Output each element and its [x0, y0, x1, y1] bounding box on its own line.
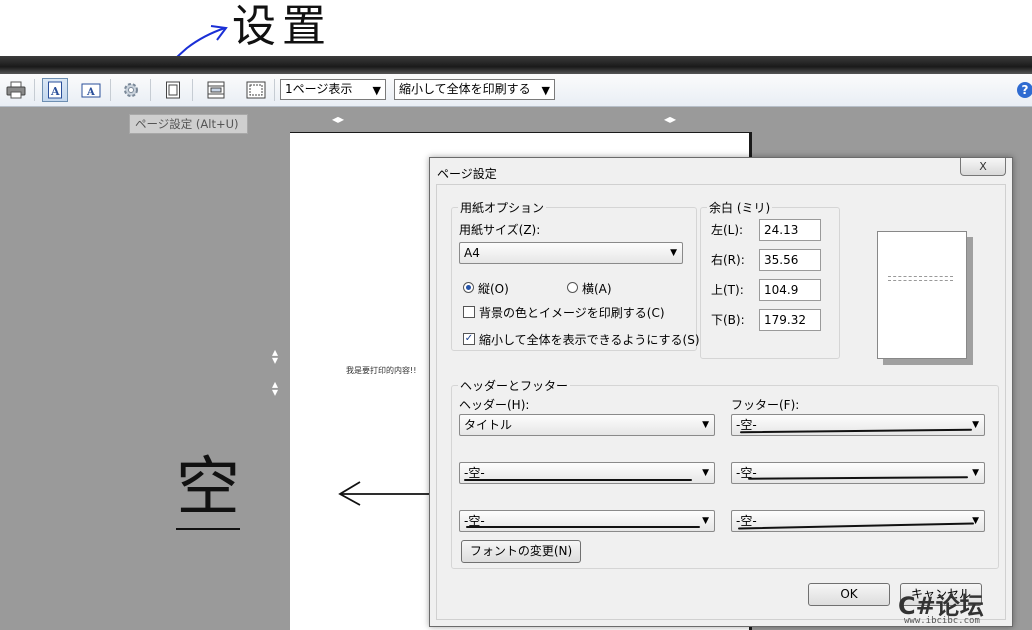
print-background-checkbox[interactable] [463, 306, 475, 318]
ok-button[interactable]: OK [808, 583, 890, 606]
landscape-page-icon: A [81, 83, 101, 98]
close-icon: X [979, 160, 987, 173]
svg-text:A: A [86, 87, 95, 98]
bottom-margin-handle[interactable]: ▴ ▾ [272, 378, 278, 398]
left-margin-input[interactable]: 24.13 [759, 219, 821, 241]
empty-annotation: 空 [176, 448, 240, 530]
bottom-margin-label: 下(B): [711, 313, 745, 327]
page-setup-tooltip: ページ設定 (Alt+U) [129, 114, 248, 134]
chevron-down-icon: ▼ [972, 420, 979, 430]
page-setup-dialog: ページ設定 X 用紙オプション 用紙サイズ(Z): A4 ▼ 縦(O) 横(A)… [429, 157, 1013, 627]
toolbar-separator [192, 79, 193, 101]
chevron-down-icon: ▼ [372, 84, 381, 97]
portrait-page-icon: A [48, 81, 62, 99]
page-width-icon [166, 81, 180, 99]
page-view-select-value: 1ページ表示 [285, 82, 353, 96]
change-font-button[interactable]: フォントの変更(N) [461, 540, 581, 563]
header-footer-legend: ヘッダーとフッター [460, 379, 569, 393]
annotation-underline [466, 526, 700, 528]
header-footer-icon [207, 81, 225, 99]
dialog-title: ページ設定 [437, 167, 497, 181]
chevron-down-icon: ▼ [670, 248, 677, 258]
page-view-select[interactable]: 1ページ表示 ▼ [280, 79, 386, 100]
watermark-url: www.ibcibc.com [904, 616, 980, 626]
paper-size-label: 用紙サイズ(Z): [459, 223, 541, 237]
close-button[interactable]: X [960, 158, 1006, 176]
full-width-button[interactable] [160, 78, 186, 102]
portrait-button[interactable]: A [42, 78, 68, 102]
print-background-label[interactable]: 背景の色とイメージを印刷する(C) [479, 304, 665, 321]
portrait-radio-label[interactable]: 縦(O) [478, 280, 509, 297]
full-page-icon [246, 81, 266, 99]
header-select-2-value: -空- [464, 466, 485, 480]
toolbar-separator [150, 79, 151, 101]
chevron-down-icon: ▼ [972, 516, 979, 526]
mini-page-preview [877, 231, 967, 359]
print-scale-select[interactable]: 縮小して全体を印刷する ▼ [394, 79, 555, 100]
settings-annotation: 设置 [232, 1, 332, 52]
chevron-down-icon: ▼ [702, 516, 709, 526]
header-select-2[interactable]: -空- ▼ [459, 462, 715, 484]
landscape-radio-label[interactable]: 横(A) [582, 280, 612, 297]
paper-size-select[interactable]: A4 ▼ [459, 242, 683, 264]
help-icon[interactable]: ? [1017, 82, 1032, 98]
dialog-content: 用紙オプション 用紙サイズ(Z): A4 ▼ 縦(O) 横(A) 背景の色とイメ… [436, 184, 1006, 620]
header-select-1[interactable]: タイトル ▼ [459, 414, 715, 436]
chevron-down-icon: ▼ [541, 84, 550, 97]
shrink-to-fit-checkbox[interactable]: ✓ [463, 333, 475, 345]
footer-select-2[interactable]: -空- ▼ [731, 462, 985, 484]
print-button[interactable] [3, 78, 29, 102]
chevron-down-icon: ▼ [702, 420, 709, 430]
footer-select-1-value: -空- [736, 418, 757, 432]
gear-icon [124, 83, 138, 97]
right-margin-handle[interactable]: ◂▸ [664, 112, 676, 126]
portrait-radio[interactable] [463, 282, 474, 293]
site-watermark: C#论坛 www.ibcibc.com [898, 586, 984, 626]
right-margin-input[interactable]: 35.56 [759, 249, 821, 271]
window-title-bar [0, 56, 1032, 74]
chevron-down-icon: ▼ [702, 468, 709, 478]
margins-legend: 余白 (ミリ) [709, 201, 771, 215]
annotation-underline [464, 479, 692, 481]
footer-select-1[interactable]: -空- ▼ [731, 414, 985, 436]
print-scale-select-value: 縮小して全体を印刷する [399, 82, 531, 96]
toolbar-separator [110, 79, 111, 101]
toolbar-separator [34, 79, 35, 101]
top-margin-input[interactable]: 104.9 [759, 279, 821, 301]
annotation-underline [747, 476, 969, 480]
header-footer-toggle-button[interactable] [203, 78, 229, 102]
page-content-text: 我是要打印的内容!! [346, 366, 417, 375]
zoom-page-button[interactable] [243, 78, 269, 102]
footer-label: フッター(F): [731, 398, 800, 412]
shrink-to-fit-label[interactable]: 縮小して全体を表示できるようにする(S) [479, 331, 700, 348]
landscape-radio[interactable] [567, 282, 578, 293]
header-label: ヘッダー(H): [459, 398, 530, 412]
chevron-down-icon: ▼ [972, 468, 979, 478]
header-select-1-value: タイトル [464, 418, 513, 432]
paper-options-legend: 用紙オプション [460, 201, 545, 215]
annotation-underline [738, 522, 974, 530]
mini-page-content-line [888, 276, 953, 281]
page-setup-button[interactable] [118, 78, 144, 102]
left-margin-label: 左(L): [711, 223, 744, 237]
printer-icon [6, 81, 26, 99]
footer-select-3[interactable]: -空- ▼ [731, 510, 985, 532]
footer-select-3-value: -空- [736, 514, 757, 528]
top-margin-handle[interactable]: ▴ ▾ [272, 346, 278, 366]
landscape-button[interactable]: A [78, 78, 104, 102]
bottom-margin-input[interactable]: 179.32 [759, 309, 821, 331]
annotation-underline [739, 428, 973, 434]
header-select-3[interactable]: -空- ▼ [459, 510, 715, 532]
svg-text:A: A [50, 85, 60, 98]
left-margin-handle[interactable]: ◂▸ [332, 112, 344, 126]
right-margin-label: 右(R): [711, 253, 745, 267]
top-margin-label: 上(T): [711, 283, 744, 297]
toolbar-separator [274, 79, 275, 101]
paper-size-value: A4 [464, 246, 480, 260]
